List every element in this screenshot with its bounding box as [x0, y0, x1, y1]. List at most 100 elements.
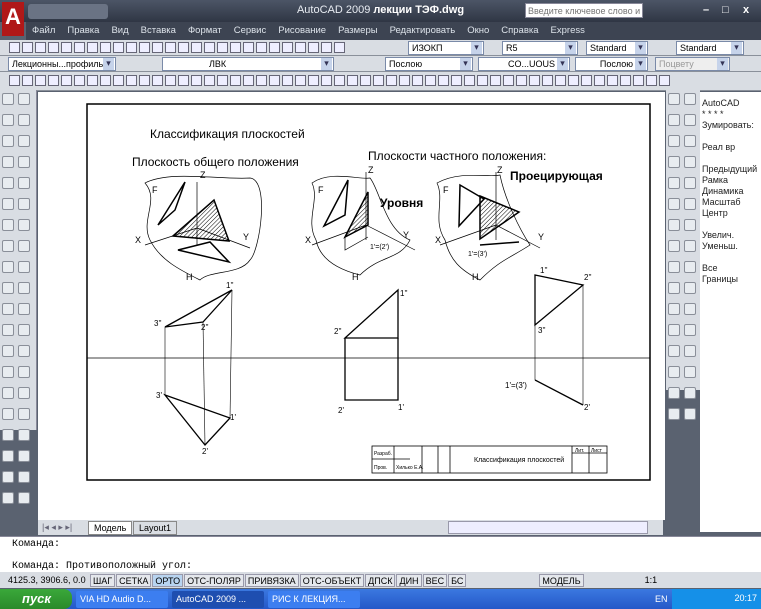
menu-modify[interactable]: Редактировать: [390, 25, 456, 37]
zoom-dynamic[interactable]: Динамика: [702, 186, 759, 197]
menu-insert[interactable]: Вставка: [141, 25, 176, 37]
menu-window[interactable]: Окно: [467, 25, 489, 37]
menu-draw[interactable]: Рисование: [278, 25, 326, 37]
menu-view[interactable]: Вид: [111, 25, 128, 37]
svg-text:H: H: [472, 272, 479, 282]
title-block-text: Разраб. Пров. Хилько Е.А. Классификация пл…: [374, 448, 603, 471]
menu-file[interactable]: Файл: [32, 25, 55, 37]
workspace-select[interactable]: Лекционны...профиль: [8, 57, 116, 71]
model-space-button[interactable]: МОДЕЛЬ: [539, 573, 584, 587]
svg-text:Z: Z: [497, 165, 503, 175]
drawing-sheet: Классификация плоскостей Плоскость общег…: [86, 103, 651, 481]
drawing-title: Классификация плоскостей: [150, 127, 305, 141]
task-via-audio[interactable]: VIA HD Audio D...: [76, 591, 168, 608]
svg-text:3'': 3'': [154, 319, 162, 328]
multileader-style-select[interactable]: Standard: [676, 41, 744, 55]
zoom-previous[interactable]: Предыдущий: [702, 164, 759, 175]
epure-projecting: [534, 274, 585, 406]
zoom-all[interactable]: Все: [702, 263, 759, 274]
menu-tools[interactable]: Сервис: [234, 25, 267, 37]
text-style-select[interactable]: ИЗОКП: [408, 41, 484, 55]
svg-text:H: H: [352, 272, 359, 282]
svg-text:F: F: [318, 185, 324, 195]
svg-text:Z: Z: [200, 170, 206, 180]
svg-text:F: F: [443, 185, 449, 195]
menu-dimension[interactable]: Размеры: [338, 25, 377, 37]
menu-format[interactable]: Формат: [188, 25, 222, 37]
command-prompt[interactable]: Команда: Противоположный угол:: [12, 561, 192, 572]
zoom-in[interactable]: Увелич.: [702, 230, 759, 241]
search-input[interactable]: [525, 3, 643, 18]
level-label: Уровня: [380, 196, 423, 210]
maximize-button[interactable]: □: [722, 4, 729, 16]
zoom-scale[interactable]: Масштаб: [702, 197, 759, 208]
svg-text:1'': 1'': [540, 266, 548, 275]
right-toolbars[interactable]: [666, 90, 700, 420]
svg-text:F: F: [152, 185, 158, 195]
left-draw-toolbar[interactable]: [0, 90, 37, 504]
language-indicator[interactable]: EN: [655, 594, 668, 604]
minimize-button[interactable]: –: [703, 4, 709, 16]
qp-toggle[interactable]: БС: [448, 573, 467, 587]
menu-help[interactable]: Справка: [501, 25, 538, 37]
ortho-toggle[interactable]: ОРТО: [152, 573, 184, 587]
tab-nav-arrows[interactable]: |◂ ◂ ▸ ▸|: [42, 522, 72, 533]
otrack-toggle[interactable]: ОТС-ОБЪЕКТ: [299, 573, 365, 587]
tab-model[interactable]: Модель: [88, 521, 133, 535]
svg-text:1': 1': [398, 403, 404, 412]
layer-select[interactable]: ЛВК: [162, 57, 334, 71]
svg-text:Хилько Е.А.: Хилько Е.А.: [396, 465, 424, 471]
zoom-center[interactable]: Центр: [702, 208, 759, 219]
grid-toggle[interactable]: СЕТКА: [116, 573, 152, 587]
start-button[interactable]: пуск: [0, 589, 72, 609]
horizontal-scrollbar[interactable]: [448, 521, 648, 534]
svg-text:X: X: [435, 235, 441, 245]
zoom-realtime[interactable]: Реал вр: [702, 142, 759, 153]
menu-express[interactable]: Express: [551, 25, 585, 37]
command-line[interactable]: Команда: Команда: Противоположный угол:: [0, 536, 761, 572]
app-menu-logo-icon[interactable]: A: [2, 2, 24, 36]
quick-access-toolbar[interactable]: [28, 4, 108, 19]
drawing-canvas[interactable]: Классификация плоскостей Плоскость общег…: [38, 92, 665, 520]
standard-toolbar: ИЗОКП R5 Standard Standard: [0, 40, 761, 56]
zoom-screen-menu: AutoCAD * * * * Зумировать: Реал вр Предыд…: [700, 92, 761, 532]
general-plane-sketch: [144, 175, 262, 281]
projecting-label: Проецирующая: [510, 169, 603, 183]
zoom-window[interactable]: Рамка: [702, 175, 759, 186]
svg-text:1': 1': [230, 413, 236, 422]
annotation-scale[interactable]: 1:1: [645, 575, 658, 585]
task-autocad[interactable]: AutoCAD 2009 ...: [172, 591, 264, 608]
ducs-toggle[interactable]: ДПСК: [365, 573, 396, 587]
svg-text:2'': 2'': [584, 273, 592, 282]
general-heading: Плоскость общего положения: [132, 155, 299, 169]
zoom-extents[interactable]: Границы: [702, 274, 759, 285]
menu-edit[interactable]: Правка: [67, 25, 99, 37]
color-select[interactable]: Послою: [385, 57, 473, 71]
snap-toggle[interactable]: ШАГ: [90, 573, 116, 587]
osnap-toggle[interactable]: ПРИВЯЗКА: [244, 573, 299, 587]
polar-toggle[interactable]: ОТС-ПОЛЯР: [184, 573, 244, 587]
lineweight-toggle[interactable]: ВЕС: [422, 573, 448, 587]
tab-layout1[interactable]: Layout1: [133, 521, 178, 535]
close-button[interactable]: x: [743, 4, 749, 16]
dyn-toggle[interactable]: ДИН: [396, 573, 422, 587]
svg-text:Классификация плоскостей: Классификация плоскостей: [474, 456, 564, 464]
table-style-select[interactable]: Standard: [586, 41, 648, 55]
linetype-select[interactable]: CO...UOUS: [478, 57, 570, 71]
dim-style-select[interactable]: R5: [502, 41, 578, 55]
zoom-out[interactable]: Уменьш.: [702, 241, 759, 252]
zoom-menu-osnap[interactable]: * * * *: [702, 109, 759, 120]
lineweight-select[interactable]: Послою: [575, 57, 648, 71]
svg-text:X: X: [305, 235, 311, 245]
svg-text:2': 2': [202, 447, 208, 456]
task-word-doc[interactable]: РИС К ЛЕКЦИЯ...: [268, 591, 360, 608]
svg-text:1'=(3'): 1'=(3'): [468, 251, 487, 258]
coordinates-readout: 4125.3, 3906.6, 0.0: [8, 575, 86, 585]
svg-text:Лист: Лист: [591, 448, 603, 454]
zoom-menu-autocad[interactable]: AutoCAD: [702, 98, 759, 109]
taskbar: пуск VIA HD Audio D... AutoCAD 2009 ... …: [0, 589, 761, 609]
epure-general: [163, 289, 233, 446]
svg-text:Y: Y: [403, 230, 409, 240]
svg-text:1'': 1'': [400, 289, 408, 298]
draw-toolbar[interactable]: [0, 72, 761, 91]
